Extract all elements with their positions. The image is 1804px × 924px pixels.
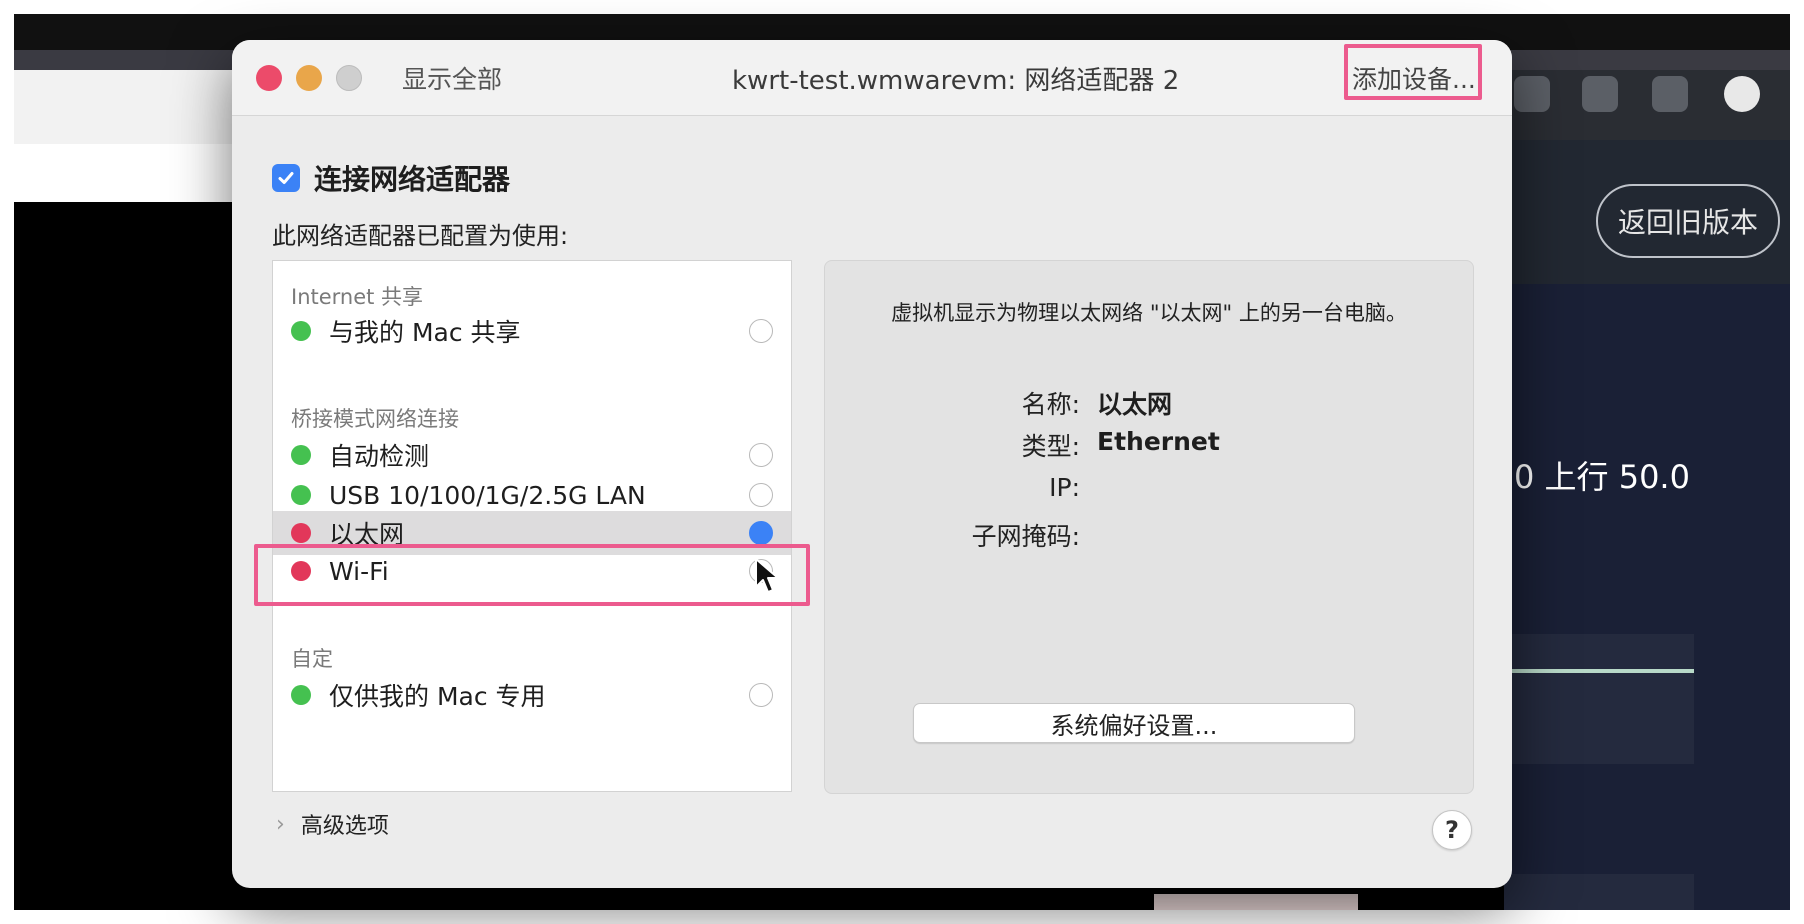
network-adapter-dialog: 显示全部 kwrt-test.wmwarevm: 网络适配器 2 添加设备...… xyxy=(232,40,1512,888)
section-title-bridged: 桥接模式网络连接 xyxy=(291,407,459,431)
return-old-version-button[interactable]: 返回旧版本 xyxy=(1596,184,1780,258)
option-private-to-mac[interactable]: 仅供我的 Mac 专用 xyxy=(273,673,791,717)
section-title-internet-sharing: Internet 共享 xyxy=(291,285,424,309)
background-pink-block xyxy=(1154,894,1358,910)
option-wifi[interactable]: Wi-Fi xyxy=(273,549,791,593)
chevron-right-icon: › xyxy=(276,811,285,837)
background-dashboard xyxy=(1504,284,1790,910)
subnet-mask-label: 子网掩码: xyxy=(971,522,1080,551)
radio-button[interactable] xyxy=(749,683,773,707)
name-value: 以太网 xyxy=(1097,390,1173,419)
checkmark-icon xyxy=(278,172,294,184)
background-chart-lower xyxy=(1504,874,1694,910)
option-share-with-mac[interactable]: 与我的 Mac 共享 xyxy=(273,309,791,353)
option-label: 与我的 Mac 共享 xyxy=(329,318,521,347)
system-preferences-button[interactable]: 系统偏好设置... xyxy=(913,703,1355,743)
background-chart xyxy=(1504,634,1694,764)
radio-button[interactable] xyxy=(749,319,773,343)
close-button[interactable] xyxy=(256,65,282,91)
upload-speed-text: 0 上行 50.0 xyxy=(1514,458,1690,496)
zoom-button[interactable] xyxy=(336,65,362,91)
title-bar: 显示全部 kwrt-test.wmwarevm: 网络适配器 2 添加设备... xyxy=(232,40,1512,116)
mouse-cursor-icon xyxy=(755,558,779,593)
lock-icon[interactable] xyxy=(1652,76,1688,112)
status-dot-green xyxy=(291,685,311,705)
radio-button[interactable] xyxy=(749,483,773,507)
eyes-icon[interactable] xyxy=(1514,76,1550,112)
option-label: 仅供我的 Mac 专用 xyxy=(329,682,546,711)
adapter-description: 虚拟机显示为物理以太网络 "以太网" 上的另一台电脑。 xyxy=(891,301,1407,325)
window-title: kwrt-test.wmwarevm: 网络适配器 2 xyxy=(732,66,1180,96)
advanced-options-label: 高级选项 xyxy=(300,814,389,839)
help-button[interactable]: ? xyxy=(1432,810,1472,850)
option-label: USB 10/100/1G/2.5G LAN xyxy=(329,480,646,510)
option-label: Wi-Fi xyxy=(329,556,389,586)
translate-icon[interactable] xyxy=(1582,76,1618,112)
option-label: 自动检测 xyxy=(329,442,430,471)
background-chart-line xyxy=(1504,669,1694,673)
show-all-button[interactable]: 显示全部 xyxy=(402,60,502,96)
status-dot-green xyxy=(291,485,311,505)
radio-button-selected[interactable] xyxy=(749,521,773,545)
add-device-button[interactable]: 添加设备... xyxy=(1352,60,1476,96)
v-icon[interactable] xyxy=(1724,76,1760,112)
status-dot-red xyxy=(291,561,311,581)
radio-button[interactable] xyxy=(749,443,773,467)
connect-adapter-label: 连接网络适配器 xyxy=(314,163,511,196)
advanced-options-disclosure[interactable]: › 高级选项 xyxy=(276,808,389,840)
section-title-custom: 自定 xyxy=(291,647,333,671)
type-label: 类型: xyxy=(1021,432,1080,461)
type-value: Ethernet xyxy=(1097,427,1220,456)
connect-adapter-row[interactable]: 连接网络适配器 xyxy=(272,158,510,198)
adapter-info-panel: 虚拟机显示为物理以太网络 "以太网" 上的另一台电脑。 名称: 以太网 类型: … xyxy=(824,260,1474,794)
connection-list: Internet 共享 与我的 Mac 共享 桥接模式网络连接 自动检测 USB… xyxy=(272,260,792,792)
status-dot-green xyxy=(291,321,311,341)
connect-adapter-checkbox[interactable] xyxy=(272,164,300,192)
name-label: 名称: xyxy=(1021,390,1080,419)
status-dot-red xyxy=(291,523,311,543)
status-dot-green xyxy=(291,445,311,465)
ip-label: IP: xyxy=(1049,473,1080,502)
option-label: 以太网 xyxy=(329,520,405,549)
option-autodetect[interactable]: 自动检测 xyxy=(273,433,791,477)
minimize-button[interactable] xyxy=(296,65,322,91)
configured-for-label: 此网络适配器已配置为使用: xyxy=(272,222,569,250)
